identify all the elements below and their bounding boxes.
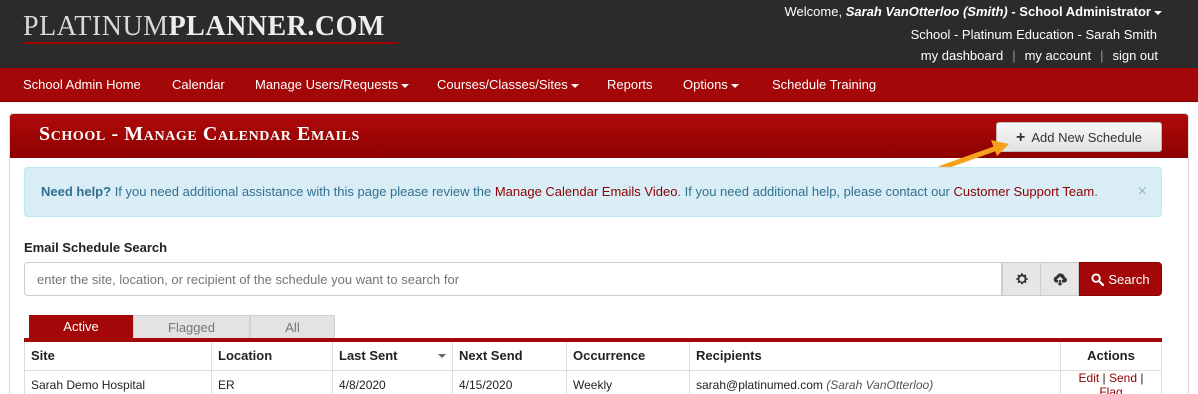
help-text: . If you need additional help, please co… [677,184,954,199]
tab-flagged[interactable]: Flagged [133,315,250,339]
chevron-down-icon [401,83,410,88]
nav-label: Reports [607,77,653,92]
link-divider: | [1100,48,1104,63]
col-label: Last Sent [339,348,398,364]
nav-manage-users-requests[interactable]: Manage Users/Requests [255,68,410,102]
sign-out-link[interactable]: sign out [1112,48,1158,63]
user-name: Sarah VanOtterloo (Smith) [845,4,1008,19]
my-account-link[interactable]: my account [1025,48,1091,63]
cell-location: ER [211,369,333,394]
search-icon [1091,272,1105,286]
col-location[interactable]: Location [211,342,333,371]
gear-icon [1015,273,1028,285]
cell-site: Sarah Demo Hospital [24,369,212,394]
support-link[interactable]: Customer Support Team [954,184,1095,199]
logo-text-part1: PLATINUM [23,11,169,42]
col-recipients[interactable]: Recipients [689,342,1061,371]
table-row: Sarah Demo Hospital ER 4/8/2020 4/15/202… [24,369,1162,394]
recipient-name: (Sarah VanOtterloo) [826,377,934,392]
main-panel: School - Manage Calendar Emails + Add Ne… [9,113,1189,394]
top-header: PLATINUMPLANNER.COM Welcome, Sarah VanOt… [0,0,1198,68]
nav-reports[interactable]: Reports [607,68,653,102]
nav-options[interactable]: Options [683,68,739,102]
cell-next-send: 4/15/2020 [452,369,567,394]
download-button[interactable] [1040,262,1079,296]
user-role: - School Administrator [1011,4,1151,19]
cloud-download-icon [1053,273,1067,286]
send-link[interactable]: Send [1109,371,1137,385]
col-actions: Actions [1060,342,1162,371]
cell-occurrence: Weekly [566,369,690,394]
col-next-send[interactable]: Next Send [452,342,567,371]
add-new-schedule-button[interactable]: + Add New Schedule [996,122,1162,152]
chevron-down-icon [570,83,579,88]
chevron-down-icon [1154,10,1162,15]
recipient-email: sarah@platinumed.com [696,377,823,392]
page-title: School - Manage Calendar Emails [39,123,360,145]
nav-label: Schedule Training [772,77,877,92]
nav-schedule-training[interactable]: Schedule Training [772,68,876,102]
close-icon[interactable]: × [1138,168,1147,216]
search-button[interactable]: Search [1079,262,1162,296]
chevron-down-icon [730,83,739,88]
plus-icon: + [1016,128,1026,146]
search-button-label: Search [1108,271,1150,287]
settings-button[interactable] [1002,262,1041,296]
video-link[interactable]: Manage Calendar Emails Video [495,184,678,199]
my-dashboard-link[interactable]: my dashboard [921,48,1003,63]
nav-label: Courses/Classes/Sites [437,77,568,92]
nav-label: Options [683,77,728,92]
add-button-label: Add New Schedule [1031,129,1142,145]
link-divider: | [1012,48,1016,63]
help-alert: Need help? If you need additional assist… [24,167,1162,217]
logo-underline [24,42,398,44]
logo-text-part2: PLANNER.COM [168,11,385,42]
help-lead: Need help? [41,184,112,199]
help-text: If you need additional assistance with t… [111,184,495,199]
col-occurrence[interactable]: Occurrence [566,342,690,371]
flag-link[interactable]: Flag [1099,385,1122,394]
nav-label: Calendar [172,77,225,92]
nav-courses-classes-sites[interactable]: Courses/Classes/Sites [437,68,579,102]
tab-active[interactable]: Active [29,315,133,339]
tab-all[interactable]: All [250,315,335,339]
cell-actions: Edit | Send | Flag [1060,369,1162,394]
user-links: my dashboard | my account | sign out [921,48,1158,63]
search-label: Email Schedule Search [24,240,168,255]
cell-last-sent: 4/8/2020 [332,369,453,394]
main-nav: School Admin Home Calendar Manage Users/… [0,68,1198,102]
search-input[interactable] [24,262,1002,296]
user-menu[interactable]: Welcome, Sarah VanOtterloo (Smith) - Sch… [784,4,1162,19]
sort-desc-icon [438,354,446,359]
col-last-sent[interactable]: Last Sent [332,342,453,371]
col-site[interactable]: Site [24,342,212,371]
edit-link[interactable]: Edit [1079,371,1100,385]
nav-label: School Admin Home [23,77,141,92]
nav-label: Manage Users/Requests [255,77,399,92]
welcome-prefix: Welcome, [784,4,843,19]
nav-calendar[interactable]: Calendar [172,68,225,102]
schedule-table: Site Location Last Sent Next Send Occurr… [24,342,1162,394]
nav-school-admin-home[interactable]: School Admin Home [23,68,141,102]
help-text: . [1094,184,1098,199]
school-info: School - Platinum Education - Sarah Smit… [910,27,1157,42]
table-header-row: Site Location Last Sent Next Send Occurr… [24,342,1162,371]
site-logo[interactable]: PLATINUMPLANNER.COM [23,12,385,42]
cell-recipients: sarah@platinumed.com (Sarah VanOtterloo) [689,369,1061,394]
